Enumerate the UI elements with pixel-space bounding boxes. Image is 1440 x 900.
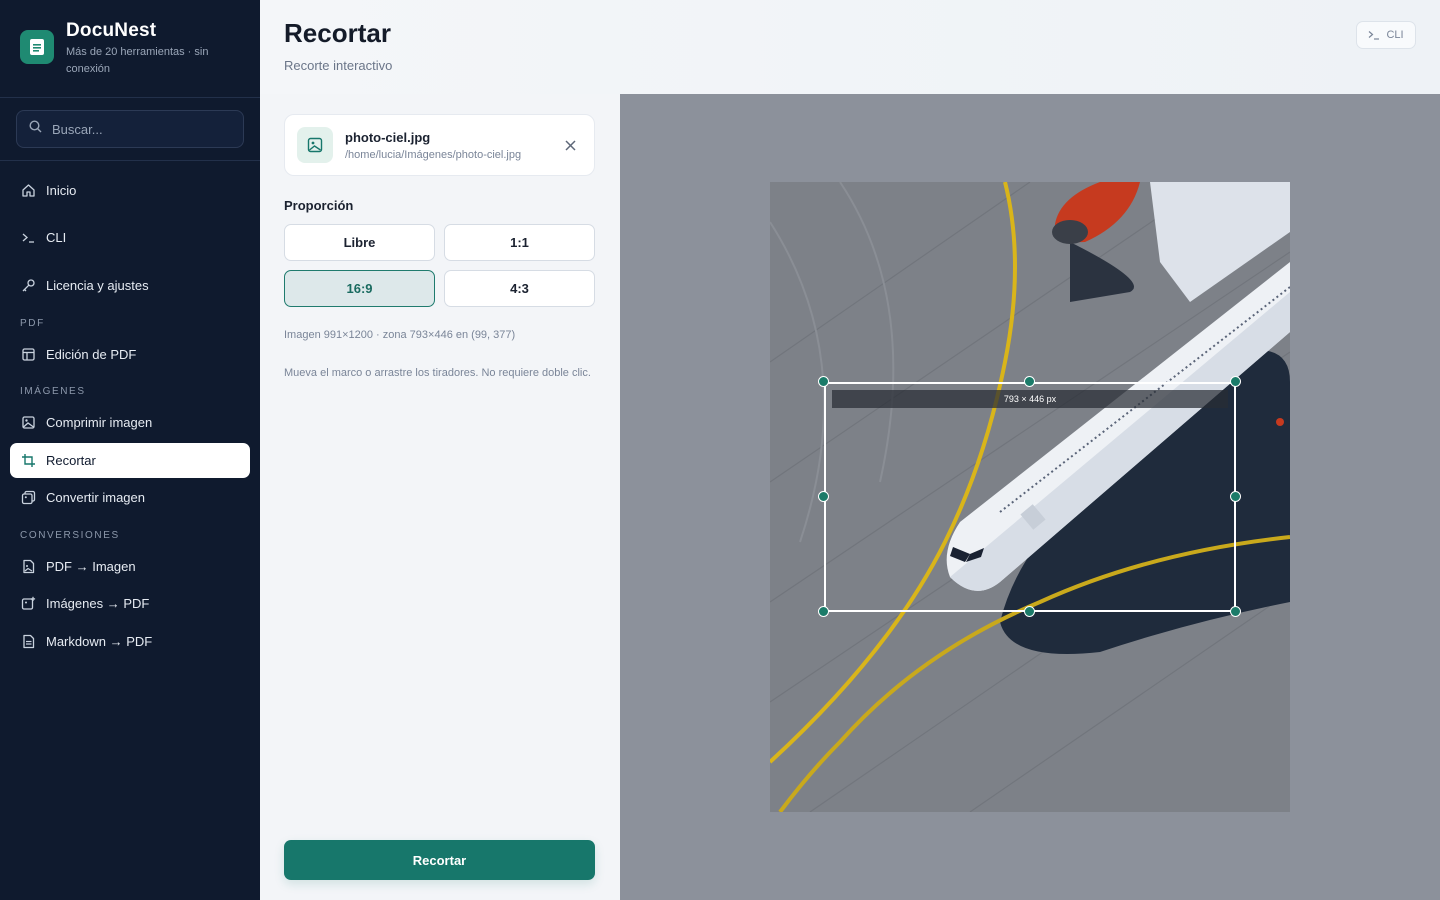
crop-handle-left[interactable] — [818, 491, 829, 502]
sidebar-item-recortar[interactable]: Recortar — [10, 443, 250, 478]
file-image-icon — [20, 559, 36, 575]
ratio-label: Proporción — [284, 198, 354, 213]
crop-handle-bottom[interactable] — [1024, 606, 1035, 617]
sidebar-item-edicion-pdf[interactable]: Edición de PDF — [10, 337, 250, 372]
crop-handle-right[interactable] — [1230, 491, 1241, 502]
ratio-option-1-1[interactable]: 1:1 — [444, 224, 595, 261]
crop-canvas: 793 × 446 px — [620, 94, 1440, 900]
search-box[interactable] — [16, 110, 244, 148]
file-path: /home/lucia/Imágenes/photo-ciel.jpg — [345, 148, 522, 161]
search-input[interactable] — [52, 121, 232, 137]
image-file-icon — [297, 127, 333, 163]
section-title-imagenes: IMÁGENES — [20, 386, 86, 397]
brand: DocuNest Más de 20 herramientas · sin co… — [0, 0, 260, 98]
crop-handle-top-left[interactable] — [818, 376, 829, 387]
sidebar-item-label: Licencia y ajustes — [46, 278, 149, 293]
sidebar-item-label: Imágenes → PDF — [46, 596, 150, 611]
crop-icon — [20, 453, 36, 469]
sidebar-item-label: Recortar — [46, 453, 96, 468]
image-convert-icon — [20, 490, 36, 506]
crop-frame[interactable] — [824, 382, 1236, 612]
file-text-icon — [20, 634, 36, 650]
close-icon[interactable] — [562, 137, 578, 153]
page-subtitle: Recorte interactivo — [284, 58, 393, 73]
sidebar-item-label: CLI — [46, 230, 67, 245]
image-info: Imagen 991×1200 · zona 793×446 en (99, 3… — [284, 329, 516, 341]
sidebar-item-label: Edición de PDF — [46, 347, 137, 362]
sidebar-item-label: Markdown → PDF — [46, 634, 153, 649]
crop-handle-bottom-right[interactable] — [1230, 606, 1241, 617]
ratio-option-16-9[interactable]: 16:9 — [284, 270, 435, 307]
sidebar-item-label: Inicio — [46, 183, 77, 198]
app-logo-icon — [20, 30, 54, 64]
sidebar-item-label: Comprimir imagen — [46, 415, 153, 430]
sidebar-item-markdown-pdf[interactable]: Markdown → PDF — [10, 624, 250, 659]
crop-button[interactable]: Recortar — [284, 840, 595, 880]
image-compress-icon — [20, 415, 36, 431]
key-icon — [20, 278, 36, 294]
sidebar: DocuNest Más de 20 herramientas · sin co… — [0, 0, 260, 900]
divider — [0, 160, 260, 161]
image-add-icon — [20, 596, 36, 612]
crop-hint: Mueva el marco o arrastre los tiradores.… — [284, 367, 591, 379]
crop-handle-top-right[interactable] — [1230, 376, 1241, 387]
settings-panel: photo-ciel.jpg /home/lucia/Imágenes/phot… — [260, 94, 620, 900]
terminal-icon — [20, 230, 36, 246]
ratio-option-libre[interactable]: Libre — [284, 224, 435, 261]
sidebar-item-pdf-imagen[interactable]: PDF → Imagen — [10, 549, 250, 584]
app-name: DocuNest — [66, 20, 157, 41]
page-header: Recortar Recorte interactivo CLI — [260, 0, 1440, 94]
sidebar-item-comprimir[interactable]: Comprimir imagen — [10, 405, 250, 440]
crop-handle-top[interactable] — [1024, 376, 1035, 387]
cli-button[interactable]: CLI — [1356, 21, 1416, 49]
sidebar-item-label: Convertir imagen — [46, 490, 145, 505]
sidebar-item-label: PDF → Imagen — [46, 559, 136, 574]
search-icon — [29, 120, 42, 138]
ratio-option-4-3[interactable]: 4:3 — [444, 270, 595, 307]
sidebar-item-licencia[interactable]: Licencia y ajustes — [10, 268, 250, 303]
cli-button-label: CLI — [1386, 29, 1404, 41]
crop-size-label: 793 × 446 px — [832, 390, 1228, 408]
section-title-conversiones: CONVERSIONES — [20, 530, 120, 541]
layout-icon — [20, 347, 36, 363]
sidebar-item-inicio[interactable]: Inicio — [10, 173, 250, 208]
sidebar-item-cli[interactable]: CLI — [10, 220, 250, 255]
crop-handle-bottom-left[interactable] — [818, 606, 829, 617]
sidebar-item-imagenes-pdf[interactable]: Imágenes → PDF — [10, 586, 250, 621]
terminal-icon — [1368, 30, 1380, 40]
home-icon — [20, 183, 36, 199]
page-title: Recortar — [284, 18, 391, 48]
file-name: photo-ciel.jpg — [345, 129, 431, 145]
app-tagline: Más de 20 herramientas · sin conexión — [66, 46, 209, 75]
file-card: photo-ciel.jpg /home/lucia/Imágenes/phot… — [284, 114, 595, 176]
sidebar-item-convertir[interactable]: Convertir imagen — [10, 480, 250, 515]
section-title-pdf: PDF — [20, 318, 45, 329]
